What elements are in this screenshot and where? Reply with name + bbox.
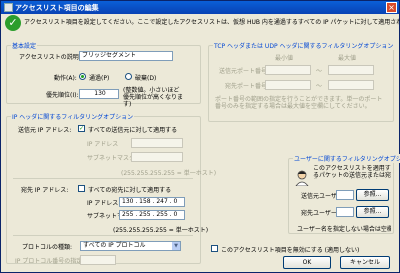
dst-all-label[interactable]: すべての宛先に対して適用する: [88, 185, 171, 194]
check-icon: ✓: [5, 15, 21, 31]
src-mask-label: サブネットマスク: [87, 155, 136, 162]
dst-port-max-input[interactable]: [328, 80, 374, 90]
src-user-browse-button[interactable]: 参照...: [356, 189, 389, 201]
protocol-select-value: すべての IP プロトコル: [83, 242, 146, 249]
min-label: 最小値: [275, 55, 294, 62]
basic-settings-title: 基本設定: [11, 41, 38, 50]
priority-label: 優先順位(I):: [46, 92, 79, 99]
disable-label[interactable]: このアクセスリスト項目を無効にする (適用しない): [221, 245, 359, 254]
user-hint: ユーザー名を指定しない場合は空欄にしてください。: [297, 226, 391, 233]
ip-separator-2: [13, 235, 193, 236]
src-port-tilde: ～: [316, 68, 323, 75]
pass-label[interactable]: 通過(P): [89, 73, 109, 82]
src-port-max-input[interactable]: [328, 65, 374, 75]
src-addr-label: IP アドレス: [87, 141, 119, 148]
src-all-label[interactable]: すべての送信元に対して適用する: [88, 125, 177, 134]
name-input[interactable]: ブリッジセグメント: [79, 51, 173, 61]
dst-user-input[interactable]: [336, 207, 354, 217]
dst-port-tilde: ～: [316, 83, 323, 90]
dst-port-label: 宛先ポート番号:: [225, 83, 270, 90]
src-all-checkbox[interactable]: ✓: [78, 125, 85, 132]
ok-button[interactable]: OK: [283, 256, 331, 269]
dst-mask-hint: (255.255.255.255 = 単一ホスト): [113, 227, 209, 234]
dst-all-checkbox[interactable]: [78, 185, 85, 192]
src-mask-hint: (255.255.255.255 = 単一ホスト): [121, 170, 217, 177]
ip-options-title: IP ヘッダに関するフィルタリングオプション: [11, 112, 135, 121]
src-addr-input[interactable]: [131, 138, 183, 148]
action-label: 動作(A):: [54, 75, 77, 82]
cancel-button[interactable]: キャンセル: [340, 256, 390, 269]
dst-port-min-input[interactable]: [265, 80, 311, 90]
user-description: このアクセスリストを適用するパケットの送信元または宛先のユーザー名を指定すること…: [313, 165, 391, 179]
header-description: アクセスリスト項目を設定してください。ここで設定したアクセスリストは、仮想 HU…: [24, 19, 400, 26]
src-port-label: 送信元ポート番号:: [219, 68, 270, 75]
tcp-options-title: TCP ヘッダまたは UDP ヘッダに関するフィルタリングオプション: [213, 41, 395, 50]
priority-input[interactable]: 130: [79, 89, 119, 99]
dialog-window: アクセスリスト項目の編集 × ✓ アクセスリスト項目を設定してください。ここで設…: [0, 0, 400, 273]
port-hint: ポート番号の範囲の指定を行うことができます。単一のポート番号のみを指定する場合は…: [215, 96, 383, 110]
priority-hint: (整数値。小さいほど 優先順位が高くなります): [123, 87, 184, 108]
dst-user-browse-button[interactable]: 参照...: [356, 206, 389, 218]
close-button[interactable]: ×: [386, 2, 397, 13]
dst-mask-input[interactable]: 255 . 255 . 255 . 0: [119, 210, 185, 220]
protocol-number-label: IP プロトコル番号の指定:: [15, 258, 85, 265]
src-user-input[interactable]: [336, 190, 354, 200]
user-icon: [295, 170, 309, 186]
dst-addr-label: IP アドレス: [87, 200, 119, 207]
protocol-label: プロトコルの種類:: [22, 244, 73, 251]
app-icon: [4, 3, 13, 12]
discard-label[interactable]: 破棄(D): [135, 73, 156, 82]
src-ip-label: 送信元 IP アドレス:: [18, 127, 72, 134]
src-mask-input[interactable]: [131, 152, 183, 162]
chevron-down-icon[interactable]: ▼: [172, 242, 180, 250]
window-title: アクセスリスト項目の編集: [15, 4, 99, 12]
title-bar: アクセスリスト項目の編集 ×: [1, 1, 399, 14]
protocol-number-input[interactable]: [80, 255, 116, 265]
max-label: 最大値: [338, 55, 357, 62]
discard-radio[interactable]: [125, 73, 132, 80]
disable-checkbox[interactable]: [211, 245, 218, 252]
protocol-select[interactable]: すべての IP プロトコル ▼: [80, 241, 181, 251]
user-options-title: ユーザーに関するフィルタリングオプション: [293, 154, 400, 163]
ip-separator-1: [13, 178, 193, 179]
dst-ip-label: 宛先 IP アドレス:: [21, 187, 69, 194]
src-port-min-input[interactable]: [265, 65, 311, 75]
dst-addr-input[interactable]: 130 . 158 . 247 . 0: [119, 197, 185, 207]
pass-radio[interactable]: [79, 73, 86, 80]
